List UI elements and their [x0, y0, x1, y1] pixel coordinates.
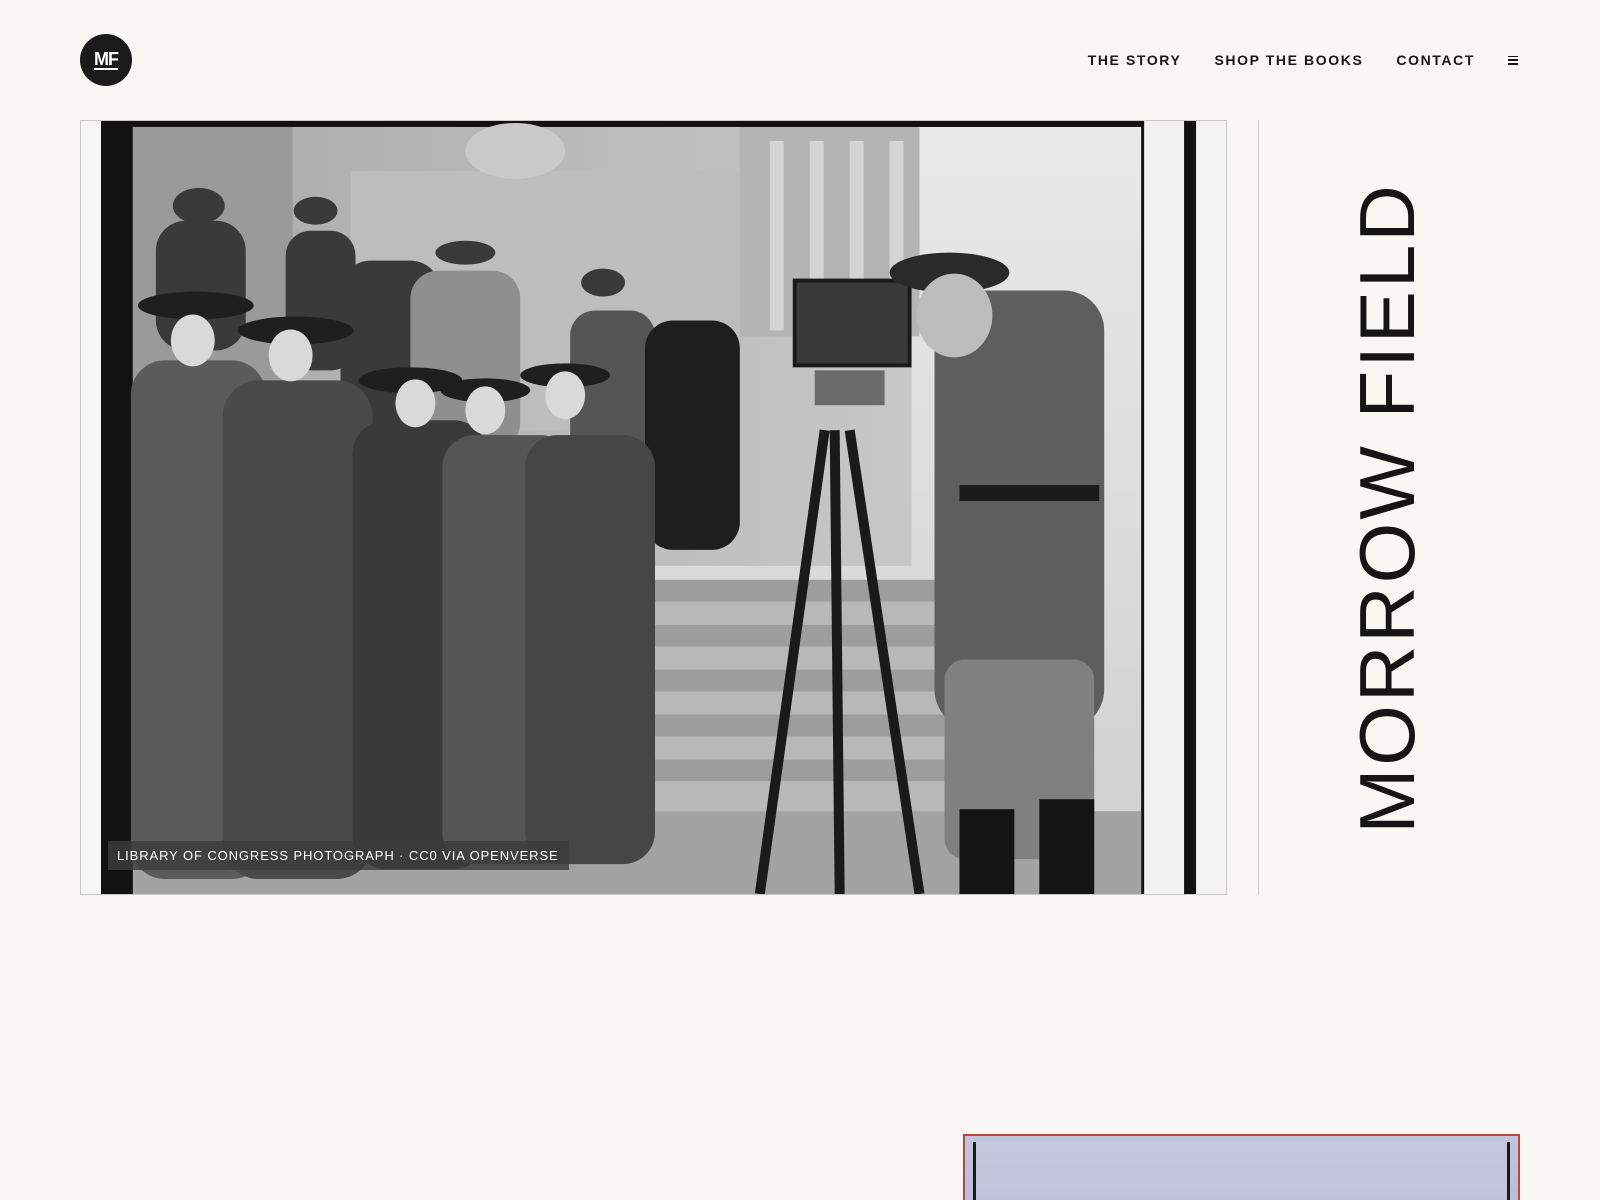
site-logo[interactable]: MF: [80, 34, 132, 86]
logo-monogram: MF: [94, 48, 119, 70]
photo-credit-caption: LIBRARY OF CONGRESS PHOTOGRAPH · CC0 VIA…: [108, 841, 569, 870]
teaser-photo: [973, 1142, 1510, 1200]
next-section-image-teaser: [963, 1134, 1520, 1200]
vertical-divider: [1258, 120, 1259, 895]
historical-photo-image: [81, 121, 1226, 894]
hero-photo: LIBRARY OF CONGRESS PHOTOGRAPH · CC0 VIA…: [80, 120, 1227, 895]
hamburger-menu-icon[interactable]: [1508, 55, 1518, 65]
nav-link-the-story[interactable]: THE STORY: [1088, 52, 1182, 68]
main-nav: THE STORY SHOP THE BOOKS CONTACT: [1088, 52, 1518, 68]
nav-link-shop-the-books[interactable]: SHOP THE BOOKS: [1214, 52, 1363, 68]
nav-link-contact[interactable]: CONTACT: [1396, 52, 1475, 68]
vertical-site-title: MORROW FIELD: [1343, 182, 1431, 834]
